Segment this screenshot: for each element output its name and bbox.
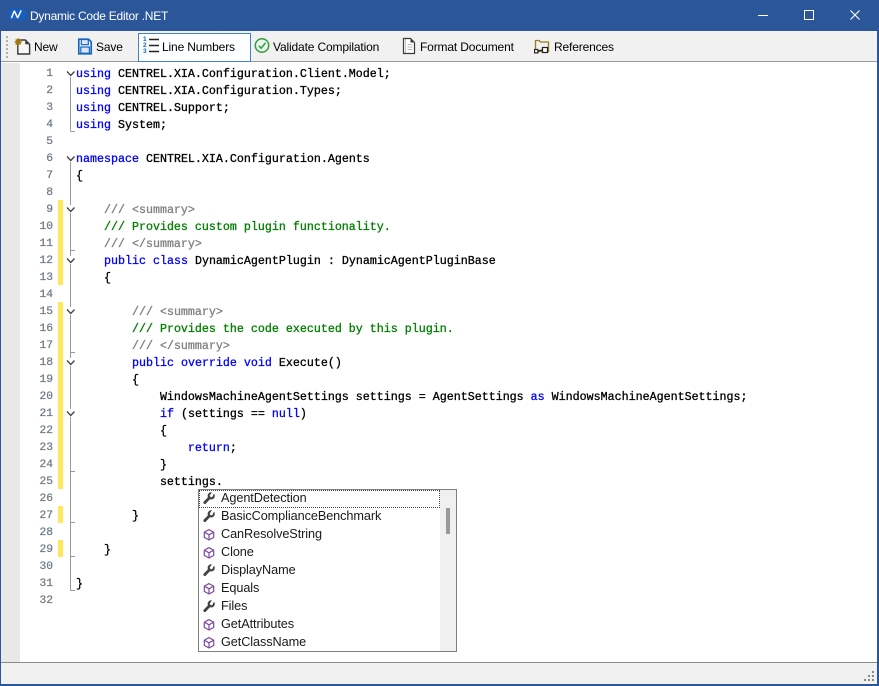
svg-text:3: 3 [143,48,147,55]
